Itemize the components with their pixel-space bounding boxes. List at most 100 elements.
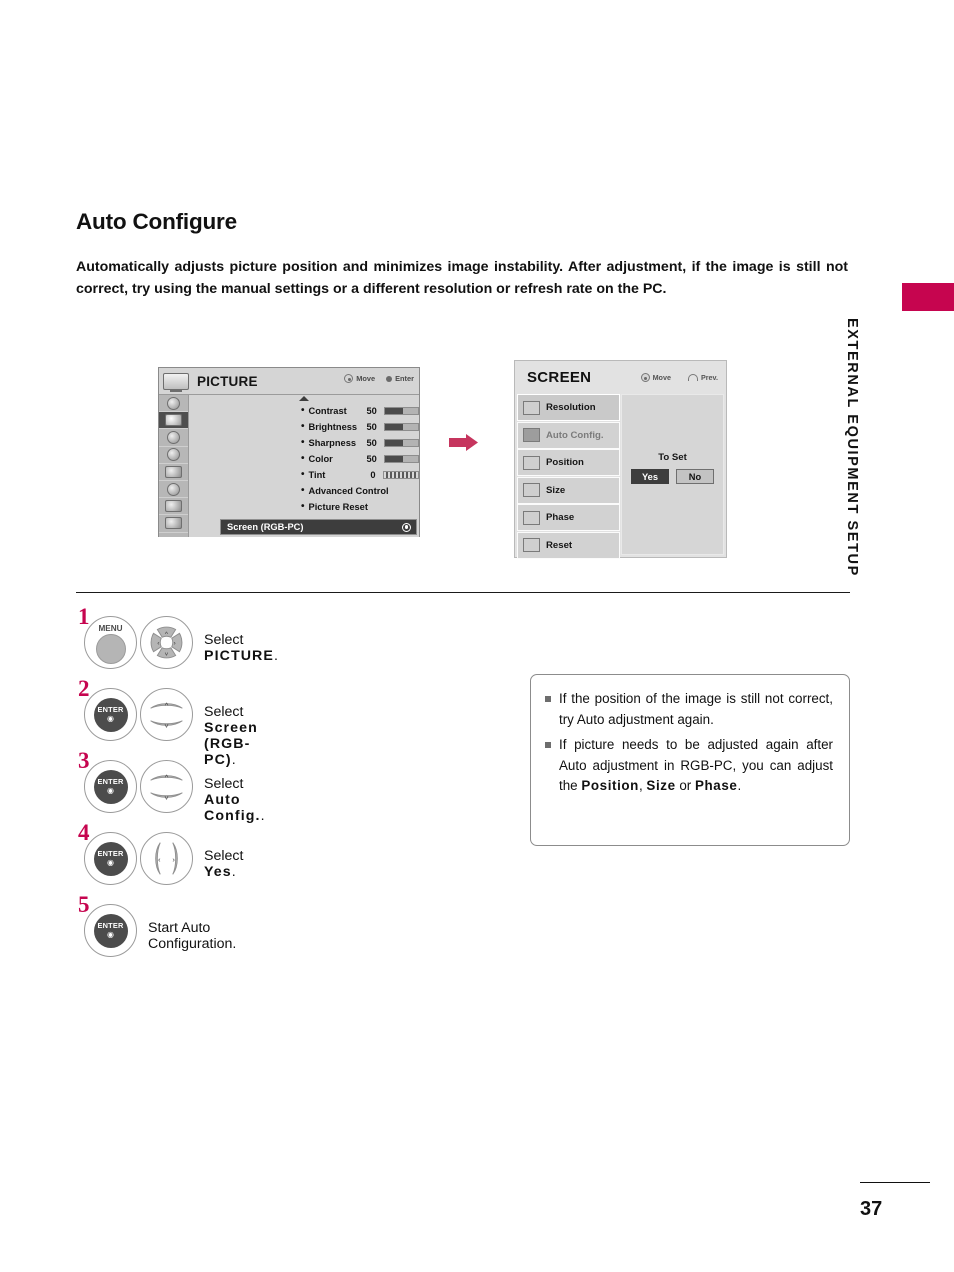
step-instruction: Select Screen (RGB-PC). [204,704,258,768]
screen-menu-item-reset[interactable]: Reset [517,531,620,559]
enter-button[interactable]: ENTER ◉ [84,904,137,957]
step-text-suffix: . [231,864,236,880]
svg-text:˅: ˅ [164,793,169,802]
screen-menu-item-phase[interactable]: Phase [517,504,620,531]
screen-menu-item-label: Position [546,457,584,468]
screen-menu-item-size[interactable]: Size [517,476,620,504]
enter-button[interactable]: ENTER ◉ [84,688,137,741]
rail-item-option[interactable] [159,464,188,481]
note-item: If picture needs to be adjusted again af… [545,735,833,797]
svg-text:˅: ˅ [165,651,169,658]
picture-osd-body: • Contrast 50 • Brightness 50 • Sharpness 50 • Col… [159,395,419,537]
bullet-icon: • [301,485,305,496]
picture-setting-row[interactable]: • Picture Reset [189,499,419,515]
picture-setting-row[interactable]: • Sharpness 50 [189,435,419,451]
svg-text:›: › [172,855,175,864]
setting-value: 50 [366,454,377,464]
yes-button[interactable]: Yes [631,469,669,484]
rail-item-usb[interactable] [159,515,188,533]
rail-item-lock[interactable] [159,481,188,499]
manual-page: EXTERNAL EQUIPMENT SETUP Auto Configure … [0,0,954,1272]
svg-text:^: ^ [165,701,169,710]
rail-item-time[interactable] [159,447,188,464]
svg-text:^: ^ [165,773,169,782]
hint-move-label: Move [356,374,376,383]
step-number: 4 [78,820,90,845]
picture-setting-row[interactable]: • Brightness 50 [189,419,419,435]
enter-button[interactable]: ENTER ◉ [84,832,137,885]
note-box: If the position of the image is still no… [530,674,850,846]
chapter-tab [902,283,954,311]
lock-icon [167,482,180,496]
step-number: 3 [78,748,90,773]
picture-osd-list: • Contrast 50 • Brightness 50 • Sharpness 50 • Col… [189,395,419,537]
direction-pad[interactable]: ^ ˅ [140,760,193,813]
setting-slider[interactable] [382,471,419,479]
enter-button-knob: ENTER ◉ [93,697,128,732]
setting-slider[interactable] [383,423,419,431]
yes-no-group: Yes No [622,469,723,484]
picture-setting-row[interactable]: • Advanced Control [189,483,419,499]
step-instruction: Select Yes. [204,848,243,880]
enter-button-knob: ENTER ◉ [93,913,128,948]
picture-setting-row[interactable]: • Tint 0 [189,467,419,483]
picture-setting-row[interactable]: • Color 50 [189,451,419,467]
size-icon [523,483,540,497]
note-item: If the position of the image is still no… [545,689,833,730]
direction-pad[interactable]: ^ ˅ ‹ › [140,616,193,669]
step-instruction: Start Auto Configuration. [148,920,236,952]
up-down-pad-icon: ^˅ [150,773,183,802]
rail-item-audio[interactable] [159,429,188,447]
no-button[interactable]: No [676,469,714,484]
screen-menu-item-resolution[interactable]: Resolution [517,394,620,421]
svg-text:˅: ˅ [164,721,169,730]
reset-icon [523,538,540,552]
direction-pad[interactable]: ‹ › [140,832,193,885]
screen-menu-item-position[interactable]: Position [517,449,620,476]
bullet-icon: • [301,501,305,512]
screen-rgbpc-label: Screen (RGB-PC) [227,522,304,532]
setting-label: Contrast [308,406,347,416]
rail-item-setup[interactable] [159,395,188,413]
phase-icon [523,510,540,525]
up-down-pad-icon: ^˅ [150,701,183,730]
to-set-label: To Set [658,452,687,463]
note-text: If the position of the image is still no… [559,691,833,727]
setting-label: Picture Reset [308,502,368,512]
setting-slider[interactable] [383,439,419,447]
setting-label: Advanced Control [308,486,389,496]
option-icon [165,465,182,478]
step-number: 5 [78,892,90,917]
hint-enter-label: Enter [395,374,414,383]
screen-osd-body: Resolution Auto Config. Position Size Phase R… [515,394,726,559]
rail-item-picture[interactable] [159,412,188,430]
picture-setting-row[interactable]: • Contrast 50 [189,403,419,419]
camera-icon [165,517,182,530]
direction-pad[interactable]: ^ ˅ [140,688,193,741]
flow-arrow-icon [449,434,478,451]
step-text-suffix: . [273,648,278,664]
resolution-icon [523,400,540,415]
setting-slider[interactable] [383,407,419,415]
screen-osd-hints: Move Prev. [640,373,718,382]
setting-slider[interactable] [383,455,419,463]
step-number: 2 [78,676,90,701]
picture-settings-rows: • Contrast 50 • Brightness 50 • Sharpness 50 • Col… [189,403,419,515]
picture-osd-hints: Move Enter [344,374,414,383]
enter-indicator-icon [402,522,411,532]
audio-icon [167,430,180,444]
screen-osd-panel: To Set Yes No [621,394,724,555]
four-way-pad-icon: ^˅‹ › [150,626,183,658]
rail-item-input[interactable] [159,498,188,516]
chapter-label: EXTERNAL EQUIPMENT SETUP [844,318,860,577]
screen-menu-item-auto-config[interactable]: Auto Config. [517,421,620,449]
screen-rgbpc-row[interactable]: Screen (RGB-PC) [220,519,417,535]
picture-osd-header: PICTURE Move Enter [159,368,419,395]
picture-icon [165,414,182,427]
note-text: If picture needs to be adjusted again af… [559,737,833,793]
picture-osd-icon-rail [159,395,189,537]
bullet-icon: • [301,453,305,464]
clock-icon [167,448,180,462]
enter-button[interactable]: ENTER ◉ [84,760,137,813]
menu-button[interactable]: MENU [84,616,137,669]
